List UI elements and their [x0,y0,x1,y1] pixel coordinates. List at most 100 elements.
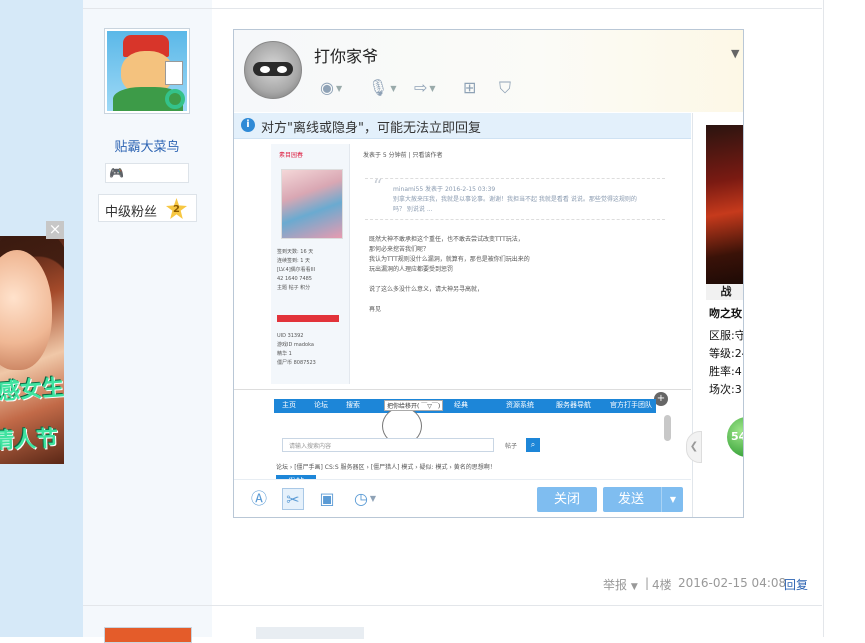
raccoon-eye-shape [260,66,270,73]
send-button[interactable]: 发送 ▼ [603,487,683,512]
floor-number: 4楼 [652,578,672,592]
embedded-nav-item: 主页 [282,401,296,409]
reply-link[interactable]: 回复 [784,576,808,593]
webcam-icon[interactable]: ◉ ▼ [320,78,342,98]
embedded-nav-item: 服务器导航 [556,401,591,409]
game-stat-server: 区服:守 [709,329,744,342]
embedded-nav-item: 官方打手团队 [610,401,652,409]
microphone-icon[interactable]: 🎙 ▼ [368,78,396,98]
next-post-avatar[interactable] [104,627,192,643]
divider [83,8,822,9]
stat-line: 僵尸币 8087523 [277,360,316,366]
shield-icon[interactable]: ⛉ [499,78,511,98]
game-image-label: 战 [706,284,743,300]
stat-line: 精华 1 [277,351,292,357]
embedded-avatar [281,169,343,239]
embedded-quote-source: minami55 发表于 2016-2-15 03:39 [393,186,496,193]
remote-desktop-icon[interactable]: ⊞ [463,78,476,98]
stat-line: 签到天数: 16 天 [277,249,314,255]
embedded-forum-screenshot: 素目园春 签到天数: 16 天 连续签到: 1 天 [LV.4]偶尔看看III … [271,144,671,384]
embedded-body-line: 再见 [369,306,382,313]
qq-chat-window-screenshot: 打你家爷 ▼ ◉ ▼ 🎙 ▼ ⇨ ▼ ⊞ ⛉ i 对方"离线或隐身"，可能无法立即回复… [233,29,744,518]
embedded-search-box: 请输入搜索内容 帖子 [282,438,517,452]
embedded-nav-item: 论坛 [314,401,328,409]
star-level-icon: 2 [166,198,187,219]
embedded-search-scope: 帖子 [505,443,518,450]
raccoon-mask-shape [253,62,293,76]
font-icon[interactable]: Ⓐ [248,488,270,510]
history-dropdown-icon[interactable]: ▼ [368,488,378,510]
embedded-body-line: 玩出漏洞的人理应都要受到惩罚 [369,266,454,273]
avatar-ring-shape [165,89,185,109]
send-options-chevron-icon[interactable]: ▼ [661,487,684,512]
stat-line: 42 1640 7485 [277,276,312,282]
post-date: 2016-02-15 04:08 [678,576,787,590]
quote-mark-icon: “ [373,176,383,197]
embedded-nav-item: 经典 [454,401,468,409]
chat-scrollbar[interactable] [664,415,671,441]
ad-text-line1: 感女生 [0,375,64,406]
footer-separator: | [645,576,650,590]
embedded-user-stats: 签到天数: 16 天 连续签到: 1 天 [LV.4]偶尔看看III 42 16… [277,248,345,293]
embedded-nav-item: 搜索 [346,401,360,409]
medal-box: 🎮 [105,163,189,183]
info-icon: i [241,118,255,132]
embedded-username: 素目园春 [279,152,304,159]
embedded-breadcrumb: 论坛 › [僵尸手画] CS:S 服务器区 › [僵尸猎人] 模式 › 疑似: … [276,464,496,471]
stat-line: 主题 帖子 积分 [277,285,311,291]
ad-text-line2: 情人节 [0,426,59,455]
author-username[interactable]: 贴霸大菜鸟 [98,136,196,155]
avatar[interactable] [104,28,190,114]
embedded-user-column: 素目园春 签到天数: 16 天 连续签到: 1 天 [LV.4]偶尔看看III … [271,144,350,384]
divider [83,605,822,606]
zoom-in-icon[interactable]: + [654,392,668,406]
file-transfer-icon[interactable]: ⇨ ▼ [414,78,436,98]
raccoon-eye-shape [277,66,287,73]
embedded-user-stats2: UID 31392 游戏ID madoka 精华 1 僵尸币 8087523 [277,332,345,368]
game-player-name: 吻之玫 [709,307,742,320]
contact-name[interactable]: 打你家爷 [314,43,378,67]
report-link[interactable]: 举报 ▼ [603,576,638,593]
embedded-post-meta: 发表于 5 分钟前 | 只看该作者 [363,152,443,159]
embedded-search-placeholder: 请输入搜索内容 [289,443,332,450]
report-label: 举报 [603,578,628,592]
game-stat-matches: 场次:3 [709,383,742,396]
ad-close-icon[interactable]: × [46,221,64,239]
offline-notice-bar: i 对方"离线或隐身"，可能无法立即回复 [234,113,691,139]
stat-line: 游戏ID madoka [277,342,314,348]
embedded-body-line: 说了这么多没什么意义，请大神另寻高就， [369,286,484,293]
stat-line: 连续签到: 1 天 [277,258,311,264]
game-character-image[interactable] [706,125,743,285]
send-button-label: 发送 [617,492,644,507]
stat-line: UID 31392 [277,333,304,339]
contact-avatar[interactable] [244,41,302,99]
divider [234,389,691,390]
report-dropdown-icon: ▼ [630,582,638,592]
window-menu-caret-icon[interactable]: ▼ [731,47,739,60]
fan-level-label: 中级粉丝 [105,205,158,220]
embedded-red-bar [277,315,339,322]
embedded-search-icon: ⌕ [526,438,540,452]
side-advertisement[interactable]: 感女生 情人节 [0,236,64,464]
gamepad-icon: 🎮 [109,166,124,180]
avatar-image [107,31,187,111]
offline-notice-text: 对方"离线或隐身"，可能无法立即回复 [261,121,481,136]
chat-message-area[interactable]: 素目园春 签到天数: 16 天 连续签到: 1 天 [LV.4]偶尔看看III … [234,139,691,479]
game-score-badge[interactable]: 54 [727,417,743,457]
embedded-nav-bar: 主页 论坛 搜索 经典 资源系统 服务器导航 官方打手团队 [274,399,656,413]
embedded-quote-line: 吗？ 别说说 ... [393,206,433,213]
contact-side-panel: 战 吻之玫 区服:守 等级:24 胜率:4 场次:3 54 ❮ [686,113,744,517]
game-stat-level: 等级:24 [709,347,743,360]
embedded-nav-item: 资源系统 [506,401,534,409]
close-button[interactable]: 关闭 [537,487,597,512]
embedded-post-body: 发表于 5 分钟前 | 只看该作者 “ minami55 发表于 2016-2-… [359,144,671,384]
stat-line: [LV.4]偶尔看看III [277,267,316,273]
sticker-label: 把你给移开( ￣▽￣) [384,400,444,411]
embedded-quote-line: 别拿大赦来压我，我就是以事论事。谢谢！我担当不起 我就是看看 说说。那些觉得这规… [393,196,637,203]
screenshot-scissors-icon[interactable]: ✂ [282,488,304,510]
input-toolbar: Ⓐ ✂ ▣ ◷ ▼ 关闭 发送 ▼ [234,479,691,517]
avatar-card-shape [165,61,183,85]
image-icon[interactable]: ▣ [316,488,338,510]
next-post-thumbnail [256,627,364,639]
game-stat-winrate: 胜率:4 [709,365,742,378]
